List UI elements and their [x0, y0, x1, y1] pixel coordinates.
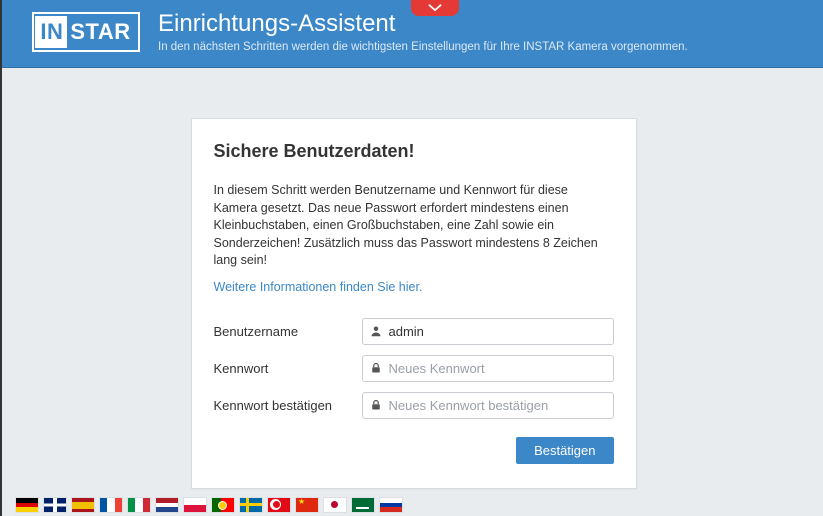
flag-gb[interactable] [44, 498, 66, 512]
confirm-password-label: Kennwort bestätigen [214, 398, 362, 413]
flag-sa[interactable] [352, 498, 374, 512]
flag-se[interactable] [240, 498, 262, 512]
chevron-down-icon [428, 0, 442, 16]
language-flags [16, 498, 402, 512]
password-input[interactable] [362, 355, 614, 382]
flag-ru[interactable] [380, 498, 402, 512]
password-label: Kennwort [214, 361, 362, 376]
username-label: Benutzername [214, 324, 362, 339]
lock-icon [370, 399, 382, 411]
confirm-password-input[interactable] [362, 392, 614, 419]
flag-nl[interactable] [156, 498, 178, 512]
flag-es[interactable] [72, 498, 94, 512]
flag-jp[interactable] [324, 498, 346, 512]
pulldown-tab[interactable] [411, 0, 459, 16]
page-subtitle: In den nächsten Schritten werden die wic… [158, 41, 688, 53]
credentials-card: Sichere Benutzerdaten! In diesem Schritt… [191, 118, 637, 489]
lock-icon [370, 362, 382, 374]
logo-text-left: IN [35, 16, 67, 48]
logo-text-right: STAR [67, 16, 136, 48]
card-description: In diesem Schritt werden Benutzername un… [214, 182, 614, 270]
card-heading: Sichere Benutzerdaten! [214, 141, 614, 162]
flag-tr[interactable] [268, 498, 290, 512]
flag-fr[interactable] [100, 498, 122, 512]
flag-pl[interactable] [184, 498, 206, 512]
brand-logo: IN STAR [32, 12, 140, 52]
user-icon [370, 325, 382, 337]
flag-cn[interactable] [296, 498, 318, 512]
flag-pt[interactable] [212, 498, 234, 512]
confirm-button[interactable]: Bestätigen [516, 437, 613, 464]
username-input[interactable] [362, 318, 614, 345]
flag-de[interactable] [16, 498, 38, 512]
more-info-link[interactable]: Weitere Informationen finden Sie hier. [214, 280, 614, 294]
flag-it[interactable] [128, 498, 150, 512]
